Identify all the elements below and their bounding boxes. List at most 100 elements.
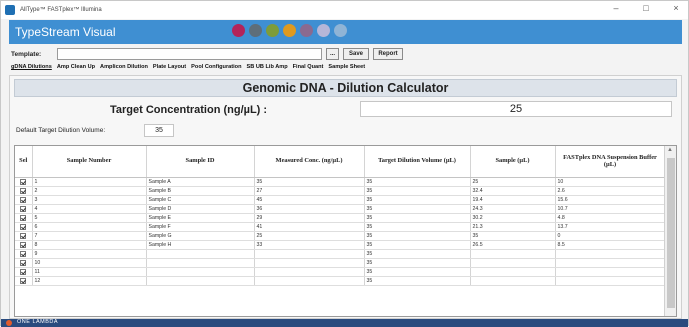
tab-final-quant[interactable]: Final Quant xyxy=(293,64,324,74)
sample-id-cell[interactable]: Sample D xyxy=(146,204,255,214)
measured-conc-cell[interactable] xyxy=(254,249,365,259)
sample-number-cell[interactable]: 7 xyxy=(32,231,147,241)
sample-volume-cell[interactable]: 30.2 xyxy=(470,213,556,223)
sample-number-cell[interactable]: 3 xyxy=(32,195,147,205)
row-checkbox[interactable] xyxy=(20,196,27,203)
select-cell[interactable] xyxy=(15,222,33,232)
table-row[interactable]: 4 Sample D 36 35 24.3 10.7 xyxy=(15,204,666,214)
buffer-volume-cell[interactable] xyxy=(555,249,666,259)
row-checkbox[interactable] xyxy=(20,214,27,221)
sample-number-cell[interactable]: 4 xyxy=(32,204,147,214)
buffer-volume-cell[interactable]: 4.8 xyxy=(555,213,666,223)
column-header-target-volume[interactable]: Target Dilution Volume (µL) xyxy=(364,146,471,178)
save-button[interactable]: Save xyxy=(343,48,369,60)
select-cell[interactable] xyxy=(15,276,33,286)
measured-conc-cell[interactable]: 33 xyxy=(254,240,365,250)
row-checkbox[interactable] xyxy=(20,205,27,212)
target-concentration-input[interactable]: 25 xyxy=(360,101,672,117)
measured-conc-cell[interactable]: 27 xyxy=(254,186,365,196)
sample-id-cell[interactable]: Sample E xyxy=(146,213,255,223)
row-checkbox[interactable] xyxy=(20,277,27,284)
column-header-sel[interactable]: Sel xyxy=(15,146,33,178)
maximize-icon[interactable]: □ xyxy=(640,3,652,13)
buffer-volume-cell[interactable]: 10 xyxy=(555,177,666,187)
table-row[interactable]: 7 Sample G 25 35 35 0 xyxy=(15,231,666,241)
buffer-volume-cell[interactable]: 8.5 xyxy=(555,240,666,250)
close-icon[interactable]: × xyxy=(670,3,682,13)
select-cell[interactable] xyxy=(15,177,33,187)
sample-id-cell[interactable]: Sample F xyxy=(146,222,255,232)
column-header-measured-conc[interactable]: Measured Conc. (ng/µL) xyxy=(254,146,365,178)
sample-number-cell[interactable]: 1 xyxy=(32,177,147,187)
sample-number-cell[interactable]: 11 xyxy=(32,267,147,277)
table-row[interactable]: 6 Sample F 41 35 21.3 13.7 xyxy=(15,222,666,232)
sample-volume-cell[interactable] xyxy=(470,249,556,259)
measured-conc-cell[interactable]: 25 xyxy=(254,231,365,241)
sample-id-cell[interactable] xyxy=(146,258,255,268)
sample-volume-cell[interactable] xyxy=(470,258,556,268)
select-cell[interactable] xyxy=(15,186,33,196)
select-cell[interactable] xyxy=(15,240,33,250)
sample-number-cell[interactable]: 8 xyxy=(32,240,147,250)
target-volume-cell[interactable]: 35 xyxy=(364,186,471,196)
sample-id-cell[interactable] xyxy=(146,267,255,277)
sample-number-cell[interactable]: 9 xyxy=(32,249,147,259)
report-button[interactable]: Report xyxy=(373,48,403,60)
sample-volume-cell[interactable] xyxy=(470,267,556,277)
sample-volume-cell[interactable]: 35 xyxy=(470,231,556,241)
row-checkbox[interactable] xyxy=(20,241,27,248)
select-cell[interactable] xyxy=(15,213,33,223)
buffer-volume-cell[interactable] xyxy=(555,276,666,286)
table-row[interactable]: 2 Sample B 27 35 32.4 2.6 xyxy=(15,186,666,196)
column-header-sample-number[interactable]: Sample Number xyxy=(32,146,147,178)
target-volume-cell[interactable]: 35 xyxy=(364,204,471,214)
row-checkbox[interactable] xyxy=(20,259,27,266)
row-checkbox[interactable] xyxy=(20,187,27,194)
measured-conc-cell[interactable]: 29 xyxy=(254,213,365,223)
tab-plate-layout[interactable]: Plate Layout xyxy=(153,64,186,74)
scroll-thumb[interactable] xyxy=(667,158,675,308)
table-row[interactable]: 10 35 xyxy=(15,258,666,268)
measured-conc-cell[interactable] xyxy=(254,258,365,268)
select-cell[interactable] xyxy=(15,249,33,259)
table-row[interactable]: 11 35 xyxy=(15,267,666,277)
table-row[interactable]: 12 35 xyxy=(15,276,666,286)
buffer-volume-cell[interactable]: 10.7 xyxy=(555,204,666,214)
tab-pool-configuration[interactable]: Pool Configuration xyxy=(191,64,241,74)
select-cell[interactable] xyxy=(15,204,33,214)
row-checkbox[interactable] xyxy=(20,250,27,257)
column-header-sample-id[interactable]: Sample ID xyxy=(146,146,255,178)
sample-volume-cell[interactable] xyxy=(470,276,556,286)
target-volume-cell[interactable]: 35 xyxy=(364,267,471,277)
template-input[interactable] xyxy=(57,48,322,60)
buffer-volume-cell[interactable]: 15.6 xyxy=(555,195,666,205)
target-volume-cell[interactable]: 35 xyxy=(364,231,471,241)
row-checkbox[interactable] xyxy=(20,232,27,239)
measured-conc-cell[interactable]: 41 xyxy=(254,222,365,232)
table-row[interactable]: 5 Sample E 29 35 30.2 4.8 xyxy=(15,213,666,223)
table-row[interactable]: 3 Sample C 45 35 19.4 15.6 xyxy=(15,195,666,205)
tab-amp-clean-up[interactable]: Amp Clean Up xyxy=(57,64,95,74)
measured-conc-cell[interactable]: 36 xyxy=(254,204,365,214)
sample-id-cell[interactable]: Sample B xyxy=(146,186,255,196)
sample-volume-cell[interactable]: 26.5 xyxy=(470,240,556,250)
measured-conc-cell[interactable] xyxy=(254,267,365,277)
target-volume-cell[interactable]: 35 xyxy=(364,276,471,286)
scroll-up-icon[interactable]: ▲ xyxy=(667,147,673,153)
row-checkbox[interactable] xyxy=(20,223,27,230)
target-volume-cell[interactable]: 35 xyxy=(364,240,471,250)
sample-id-cell[interactable]: Sample A xyxy=(146,177,255,187)
buffer-volume-cell[interactable]: 0 xyxy=(555,231,666,241)
row-checkbox[interactable] xyxy=(20,268,27,275)
measured-conc-cell[interactable]: 35 xyxy=(254,177,365,187)
target-volume-cell[interactable]: 35 xyxy=(364,195,471,205)
select-cell[interactable] xyxy=(15,231,33,241)
buffer-volume-cell[interactable] xyxy=(555,258,666,268)
select-cell[interactable] xyxy=(15,267,33,277)
target-volume-cell[interactable]: 35 xyxy=(364,222,471,232)
target-volume-cell[interactable]: 35 xyxy=(364,249,471,259)
default-volume-input[interactable]: 35 xyxy=(144,124,174,137)
buffer-volume-cell[interactable]: 13.7 xyxy=(555,222,666,232)
minimize-icon[interactable]: – xyxy=(610,3,622,13)
buffer-volume-cell[interactable]: 2.6 xyxy=(555,186,666,196)
